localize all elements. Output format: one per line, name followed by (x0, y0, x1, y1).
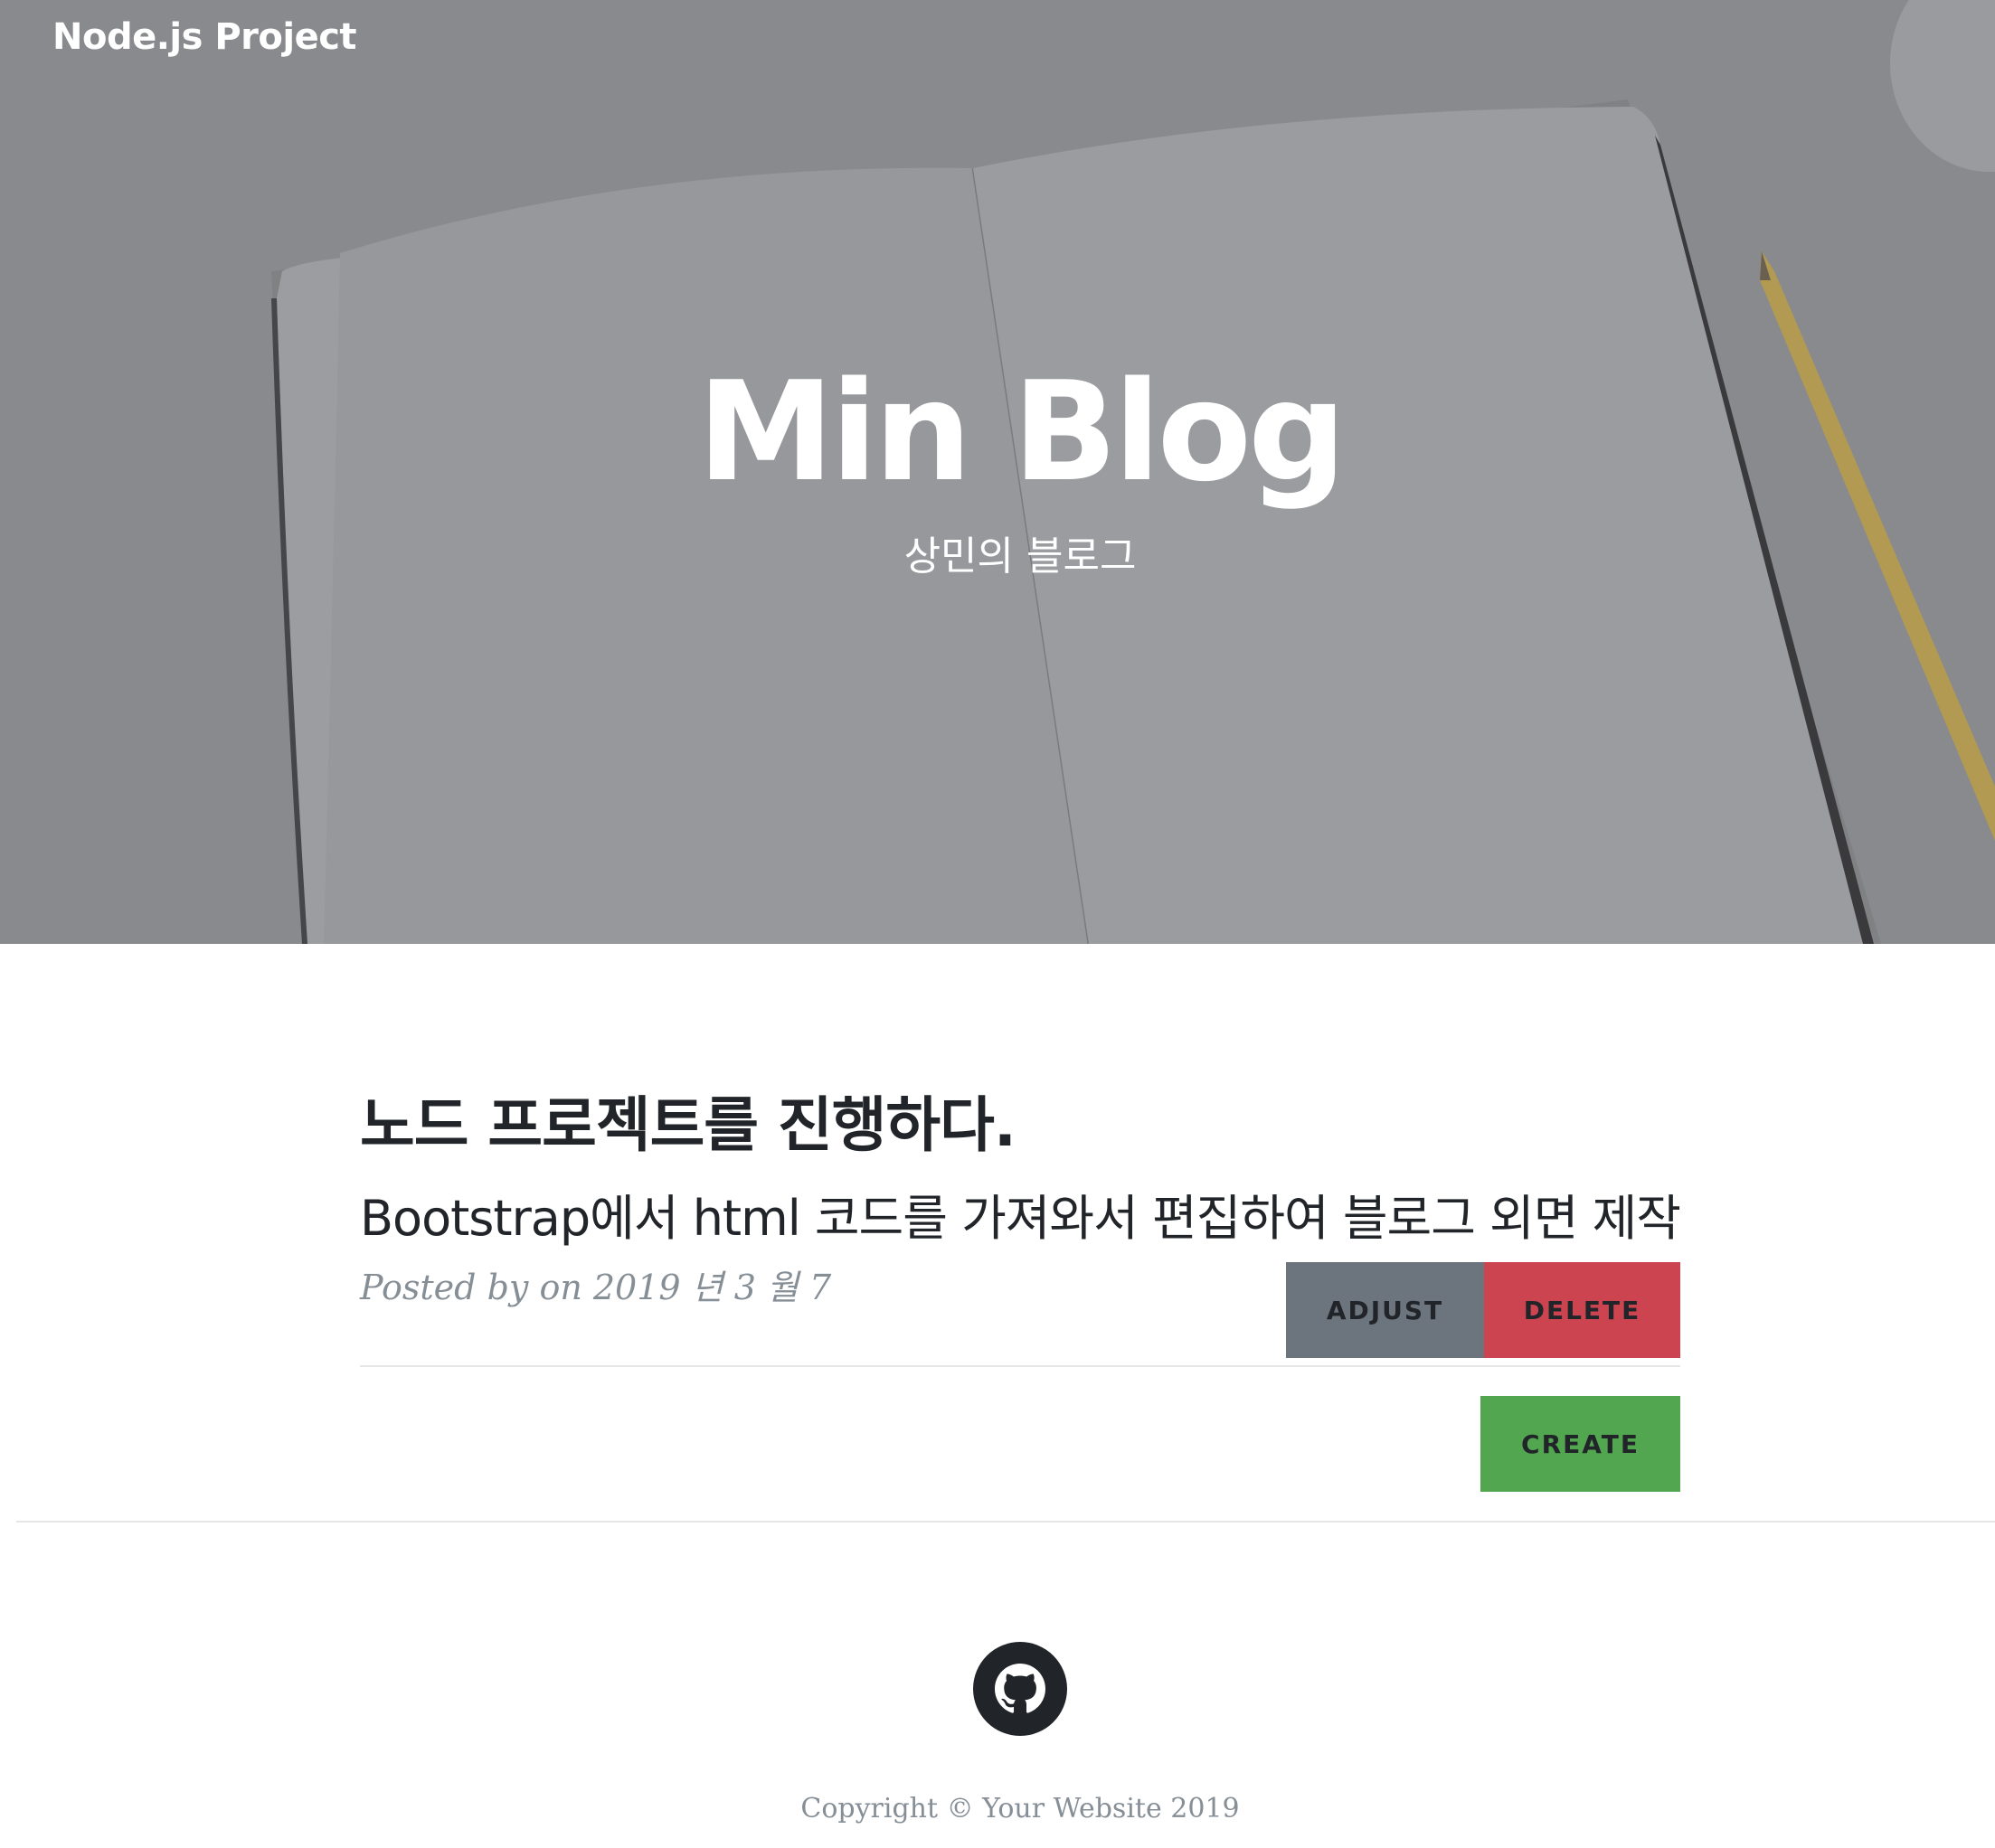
masthead: Node.js Project Min Blog 상민의 블로그 (0, 0, 1995, 944)
post-title[interactable]: 노드 프로젝트를 진행하다. (360, 1076, 1016, 1175)
github-link[interactable] (973, 1642, 1067, 1736)
github-icon (995, 1664, 1045, 1713)
copyright-text: Copyright © Your Website 2019 (800, 1793, 1240, 1824)
adjust-button[interactable]: ADJUST (1286, 1262, 1484, 1358)
post-subtitle[interactable]: Bootstrap에서 html 코드를 가져와서 편집하여 블로그 외면 제작 (360, 1183, 1681, 1255)
post-meta: Posted by on 2019 년 3 월 7 (360, 1268, 832, 1307)
post-divider (360, 1365, 1680, 1367)
site-title: Min Blog (697, 352, 1347, 512)
site-subtitle: 상민의 블로그 (903, 533, 1137, 580)
footer-divider (16, 1521, 1995, 1523)
navbar-brand[interactable]: Node.js Project (52, 16, 357, 58)
delete-button[interactable]: DELETE (1484, 1262, 1680, 1358)
create-button[interactable]: CREATE (1480, 1396, 1680, 1492)
